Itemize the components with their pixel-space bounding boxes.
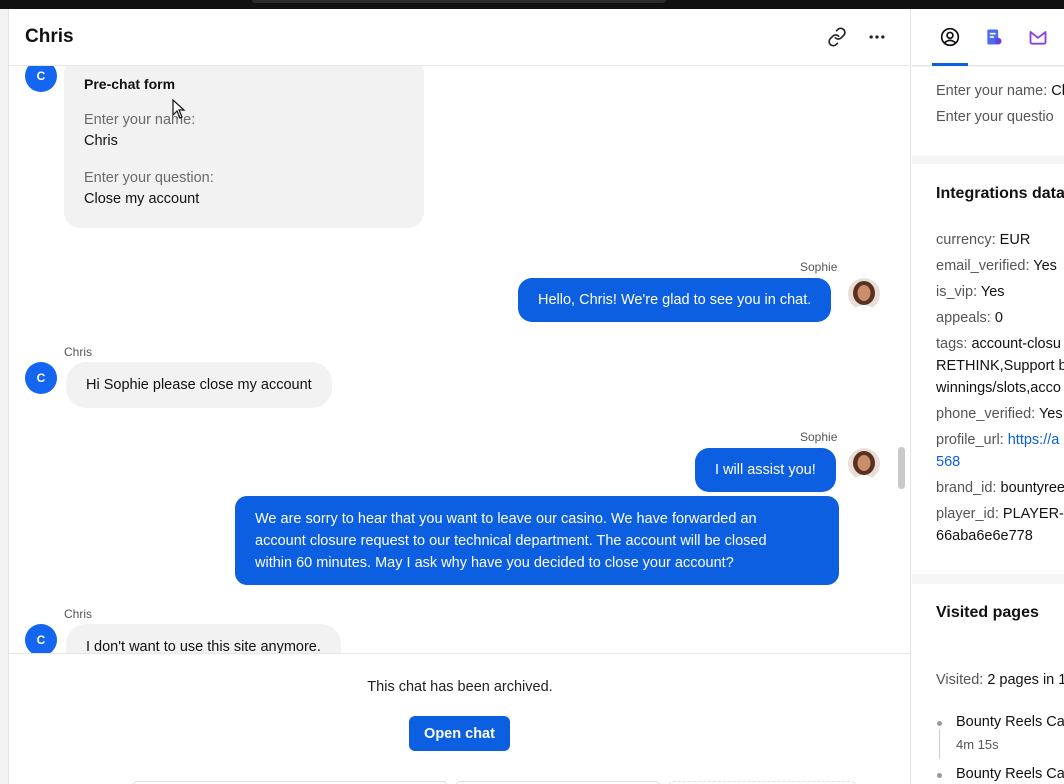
prechat-name-value: Chris xyxy=(84,133,118,149)
agent-avatar xyxy=(848,448,880,480)
archived-notice: This chat has been archived. xyxy=(367,679,553,695)
info-key: phone_verified: xyxy=(936,406,1036,422)
timeline-dot xyxy=(937,721,942,726)
info-value: PLAYER-8 xyxy=(1002,506,1064,522)
info-value: 2 pages in 1 xyxy=(987,672,1064,688)
info-value: Yes xyxy=(1033,258,1057,274)
message-list[interactable]: C Pre-chat form Enter your name: Chris E… xyxy=(9,66,910,653)
info-key: profile_url: xyxy=(936,432,1004,448)
info-value: bountyree xyxy=(1000,480,1064,496)
visitor-message-bubble: I don't want to use this site anymore. xyxy=(66,624,341,653)
info-key: Enter your questio xyxy=(936,109,1054,125)
info-key: Enter your name: xyxy=(936,83,1048,99)
integration-row: brand_id: bountyree xyxy=(936,477,1064,499)
integration-row: tags: account-closu xyxy=(936,333,1061,355)
window-top-strip xyxy=(0,0,1064,9)
integration-row: profile_url: https://a xyxy=(936,429,1059,451)
integration-row: email_verified: Yes xyxy=(936,255,1057,277)
agent-message-bubble: We are sorry to hear that you want to le… xyxy=(235,496,839,585)
scrollbar-thumb[interactable] xyxy=(898,447,905,489)
avatar: C xyxy=(25,624,57,653)
visited-summary: Visited: 2 pages in 1 xyxy=(936,669,1064,691)
visited-pages-title: Visited pages xyxy=(936,604,1039,621)
agent-avatar xyxy=(848,278,880,310)
info-value: EUR xyxy=(999,232,1031,248)
window-grab-bar xyxy=(252,0,666,3)
active-tab-indicator xyxy=(932,63,968,66)
integration-row: phone_verified: Yes xyxy=(936,403,1063,425)
visitor-message-bubble: Hi Sophie please close my account xyxy=(66,362,332,408)
visited-page-title[interactable]: Bounty Reels Ca xyxy=(956,766,1064,782)
info-value: Cl xyxy=(1051,83,1064,99)
integration-row: player_id: PLAYER-8 xyxy=(936,503,1064,525)
info-value: 0 xyxy=(994,310,1003,326)
avatar: C xyxy=(25,66,57,92)
details-sidebar: Enter your name: Cl Enter your questio I… xyxy=(912,9,1064,784)
prechat-form-title: Pre-chat form xyxy=(84,76,176,92)
profile-url-link[interactable]: https://a xyxy=(1008,432,1060,448)
message-line: within 60 minutes. May I ask why have yo… xyxy=(255,555,734,571)
integrations-card: Integrations data currency: EUR email_ve… xyxy=(912,164,1064,574)
archived-footer: This chat has been archived. Open chat xyxy=(9,653,910,784)
profile-url-link[interactable]: 568 xyxy=(936,454,960,470)
info-key: is_vip: xyxy=(936,284,978,300)
info-row: Enter your name: Cl xyxy=(936,80,1064,102)
info-key: player_id: xyxy=(936,506,999,522)
info-key: appeals: xyxy=(936,310,991,326)
chat-header: Chris xyxy=(9,9,910,66)
agent-message-bubble: I will assist you! xyxy=(695,448,836,492)
integration-row: appeals: 0 xyxy=(936,307,1003,329)
info-key: email_verified: xyxy=(936,258,1030,274)
integration-row-cont: 568 xyxy=(936,451,960,473)
integration-row-cont: RETHINK,Support b xyxy=(936,358,1064,374)
info-key: currency: xyxy=(936,232,996,248)
info-key: Visited: xyxy=(936,672,984,688)
info-value: account-closu xyxy=(971,336,1061,352)
user-circle-icon[interactable] xyxy=(938,25,962,49)
chat-title: Chris xyxy=(25,26,74,47)
integration-row-cont: winnings/slots,acco xyxy=(936,380,1061,396)
left-edge-gutter xyxy=(0,9,9,784)
integrations-title: Integrations data xyxy=(936,185,1064,202)
info-value: Yes xyxy=(980,284,1005,300)
ticket-icon[interactable] xyxy=(982,25,1006,49)
integration-row: currency: EUR xyxy=(936,229,1030,251)
open-chat-button[interactable]: Open chat xyxy=(409,716,510,751)
timeline-dot xyxy=(937,773,942,778)
visited-page-title[interactable]: Bounty Reels Ca xyxy=(956,714,1064,730)
visited-page-duration: 4m 15s xyxy=(956,737,999,752)
avatar: C xyxy=(25,362,57,394)
link-icon[interactable] xyxy=(825,25,849,49)
sidebar-tabs xyxy=(912,9,1064,66)
timeline-line xyxy=(939,729,940,759)
agent-message-bubble: Hello, Chris! We're glad to see you in c… xyxy=(518,278,832,322)
message-author: Sophie xyxy=(800,260,838,274)
info-value: Yes xyxy=(1038,406,1063,422)
chat-panel: Chris C Pre-chat form Enter your name: C… xyxy=(9,9,911,784)
integration-icon[interactable] xyxy=(1026,25,1050,49)
message-author: Chris xyxy=(64,607,93,621)
message-author: Chris xyxy=(64,345,93,359)
prechat-question-value: Close my account xyxy=(84,191,200,207)
mouse-pointer-icon xyxy=(172,99,186,119)
info-row: Enter your questio xyxy=(936,106,1054,128)
visited-pages-card: Visited pages Visited: 2 pages in 1 Boun… xyxy=(912,584,1064,784)
message-line: account closure request to our technical… xyxy=(255,533,767,549)
prechat-info-card: Enter your name: Cl Enter your questio xyxy=(912,67,1064,155)
integration-row-cont: 66aba6e6e778 xyxy=(936,528,1033,544)
prechat-form-card: Pre-chat form Enter your name: Chris Ent… xyxy=(64,66,424,228)
message-author: Sophie xyxy=(800,430,838,444)
info-key: brand_id: xyxy=(936,480,997,496)
prechat-question-label: Enter your question: xyxy=(84,170,214,186)
message-line: We are sorry to hear that you want to le… xyxy=(255,511,757,527)
integration-row: is_vip: Yes xyxy=(936,281,1005,303)
info-key: tags: xyxy=(936,336,968,352)
more-horizontal-icon[interactable] xyxy=(865,25,889,49)
